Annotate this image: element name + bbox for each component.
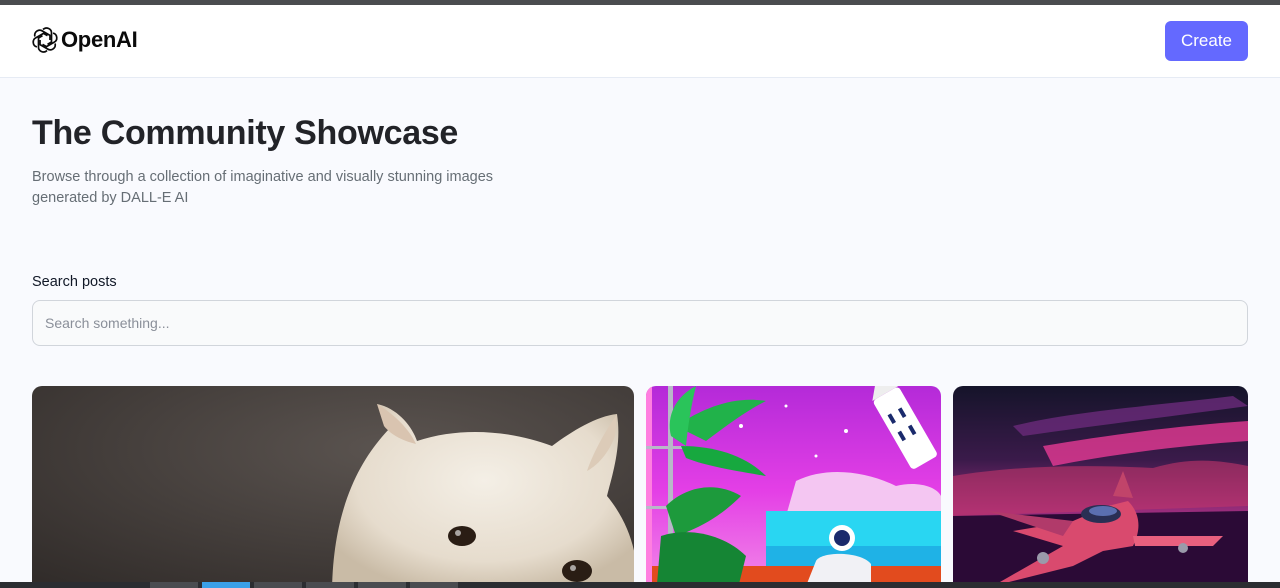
openai-logo-icon [32,27,58,53]
gallery-card-dog[interactable] [32,386,634,588]
create-button[interactable]: Create [1165,21,1248,61]
jet-image [953,386,1248,588]
taskbar-item[interactable] [254,582,302,588]
taskbar-item-active[interactable] [202,582,250,588]
search-input[interactable] [32,300,1248,346]
page-title: The Community Showcase [32,114,459,152]
search-label: Search posts [32,274,117,290]
taskbar-item[interactable] [358,582,406,588]
astronaut-image [646,386,941,588]
brand-name: OpenAI [61,27,138,52]
gallery-card-jet[interactable] [953,386,1248,588]
taskbar-item[interactable] [410,582,458,588]
page-subtitle: Browse through a collection of imaginati… [32,169,494,206]
gallery-card-astronaut[interactable] [646,386,941,588]
taskbar-item[interactable] [306,582,354,588]
navbar: OpenAI Create [0,5,1280,78]
dog-image [32,386,634,588]
taskbar-item[interactable] [150,582,198,588]
taskbar [0,582,1280,588]
brand-logo[interactable]: OpenAI [32,27,138,53]
